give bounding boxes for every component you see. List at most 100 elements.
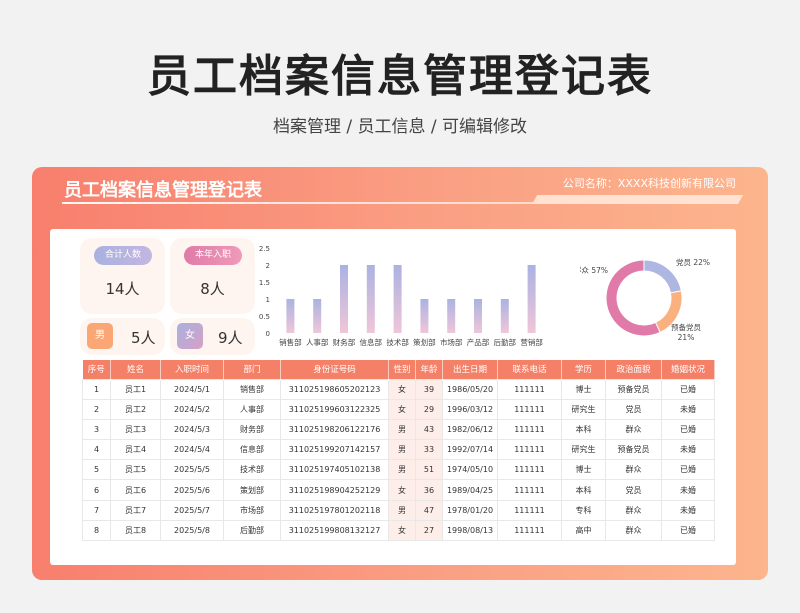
header-divider [62, 202, 538, 204]
header-accent-tab [532, 195, 744, 204]
column-header: 性别 [388, 360, 416, 379]
card-title: 员工档案信息管理登记表 [64, 180, 262, 201]
table-cell: 2024/5/1 [160, 378, 224, 400]
table-cell: 111111 [497, 459, 562, 481]
table-cell: 未婚 [661, 479, 715, 501]
table-cell: 111111 [497, 519, 562, 542]
column-header: 入职时间 [160, 360, 224, 379]
table-cell: 47 [415, 499, 443, 521]
table-row: 4 员工4 2024/5/4 信息部 311025199207142157 男 33 1992… [82, 439, 715, 461]
y-tick-label: 0 [266, 330, 270, 338]
table-cell: 已婚 [661, 519, 715, 542]
table-cell: 男 [388, 459, 416, 481]
bar [420, 299, 429, 333]
table-cell: 1978/01/20 [442, 499, 498, 521]
stat-total-label: 合计人数 [94, 246, 152, 265]
table-cell: 研究生 [561, 398, 606, 420]
stat-male-card: 男 5人 [80, 318, 165, 355]
table-cell: 111111 [497, 479, 562, 501]
table-cell: 信息部 [223, 439, 281, 461]
table-cell: 人事部 [223, 398, 281, 420]
table-header-row: 序号 姓名 入职时间 部门 身份证号码 性别 年龄 出生日期 联系电话 学历 政治面貌 婚姻状况 [82, 360, 715, 379]
table-cell: 博士 [561, 378, 606, 400]
employee-table: 序号 姓名 入职时间 部门 身份证号码 性别 年龄 出生日期 联系电话 学历 政治面貌 婚姻状况 1员… [82, 360, 715, 542]
x-tick-label: 营销部 [520, 337, 543, 347]
table-cell: 1992/07/14 [442, 439, 498, 461]
table-cell: 男 [388, 499, 416, 521]
table-cell: 311025199603122325 [280, 398, 389, 420]
table-cell: 男 [388, 439, 416, 461]
table-cell: 财务部 [223, 418, 281, 441]
table-cell: 技术部 [223, 459, 281, 481]
stat-female-card: 女 9人 [170, 318, 255, 355]
table-cell: 6 [82, 479, 111, 501]
table-row: 1 员工1 2024/5/1 销售部 311025198605202123 女 39 1986… [82, 378, 715, 400]
table-cell: 1998/08/13 [442, 519, 498, 542]
table-row: 6 员工6 2025/5/6 策划部 311025198904252129 女 36 1989… [82, 479, 715, 501]
table-cell: 员工7 [110, 499, 161, 521]
table-cell: 群众 [605, 459, 662, 481]
table-cell: 已婚 [661, 418, 715, 441]
table-cell: 专科 [561, 499, 606, 521]
stat-total-card: 合计人数 14人 [80, 238, 165, 314]
table-cell: 311025199207142157 [280, 439, 389, 461]
column-header: 学历 [561, 360, 606, 379]
stat-female-value: 9人 [218, 329, 243, 347]
bar [340, 265, 348, 333]
y-tick-label: 1 [266, 296, 270, 304]
bar [366, 265, 375, 333]
table-cell: 市场部 [223, 499, 281, 521]
table-cell: 群众 [605, 418, 662, 441]
table-cell: 男 [388, 418, 416, 441]
table-cell: 女 [388, 378, 416, 400]
table-row: 2 员工2 2024/5/2 人事部 311025199603122325 女 29 1996… [82, 398, 715, 420]
table-cell: 女 [388, 519, 416, 542]
table-cell: 33 [415, 439, 443, 461]
table-cell: 销售部 [223, 378, 281, 400]
donut-label: 党员 22% [676, 257, 710, 267]
table-cell: 女 [388, 398, 416, 420]
page-subtitle: 档案管理 / 员工信息 / 可编辑修改 [272, 117, 528, 137]
table-cell: 员工6 [110, 479, 161, 501]
y-tick-label: 2.5 [259, 245, 270, 253]
table-cell: 111111 [497, 418, 562, 441]
table-cell: 群众 [605, 499, 662, 521]
y-tick-label: 2 [266, 262, 270, 270]
column-header: 政治面貌 [605, 360, 662, 379]
page-title: 员工档案信息管理登记表 [147, 51, 653, 102]
x-tick-label: 信息部 [360, 337, 383, 347]
table-cell: 1 [82, 378, 111, 400]
female-badge: 女 [177, 323, 203, 349]
table-cell: 博士 [561, 459, 606, 481]
bar [313, 299, 322, 333]
table-cell: 员工2 [110, 398, 161, 420]
bar [474, 299, 482, 333]
table-cell: 高中 [561, 519, 606, 542]
table-row: 7 员工7 2025/5/7 市场部 311025197801202118 男 47 1978… [82, 499, 715, 521]
table-cell: 39 [415, 378, 443, 400]
bar [393, 265, 402, 333]
table-cell: 员工5 [110, 459, 161, 481]
table-cell: 员工8 [110, 519, 161, 542]
x-tick-label: 产品部 [467, 337, 490, 347]
table-cell: 1986/05/20 [442, 378, 498, 400]
table-cell: 群众 [605, 519, 662, 542]
donut-label: 21% [678, 333, 695, 342]
company-name: 公司名称：XXXX科技创新有限公司 [562, 177, 736, 190]
x-tick-label: 人事部 [306, 337, 329, 347]
table-cell: 1989/04/25 [442, 479, 498, 501]
stat-new-hire-value: 8人 [200, 280, 225, 298]
table-cell: 8 [82, 519, 111, 542]
political-status-donut-chart: 党员 22% 群众 57% 预备党员21% [580, 257, 710, 342]
table-cell: 51 [415, 459, 443, 481]
table-cell: 本科 [561, 479, 606, 501]
table-cell: 311025198605202123 [280, 378, 389, 400]
table-cell: 2024/5/3 [160, 418, 224, 441]
donut-label: 群众 57% [580, 265, 608, 275]
table-cell: 研究生 [561, 439, 606, 461]
column-header: 部门 [223, 360, 281, 379]
table-cell: 预备党员 [605, 378, 662, 400]
table-cell: 43 [415, 418, 443, 441]
stat-total-value: 14人 [105, 280, 140, 298]
stat-new-hire-label: 本年入职 [184, 246, 242, 265]
